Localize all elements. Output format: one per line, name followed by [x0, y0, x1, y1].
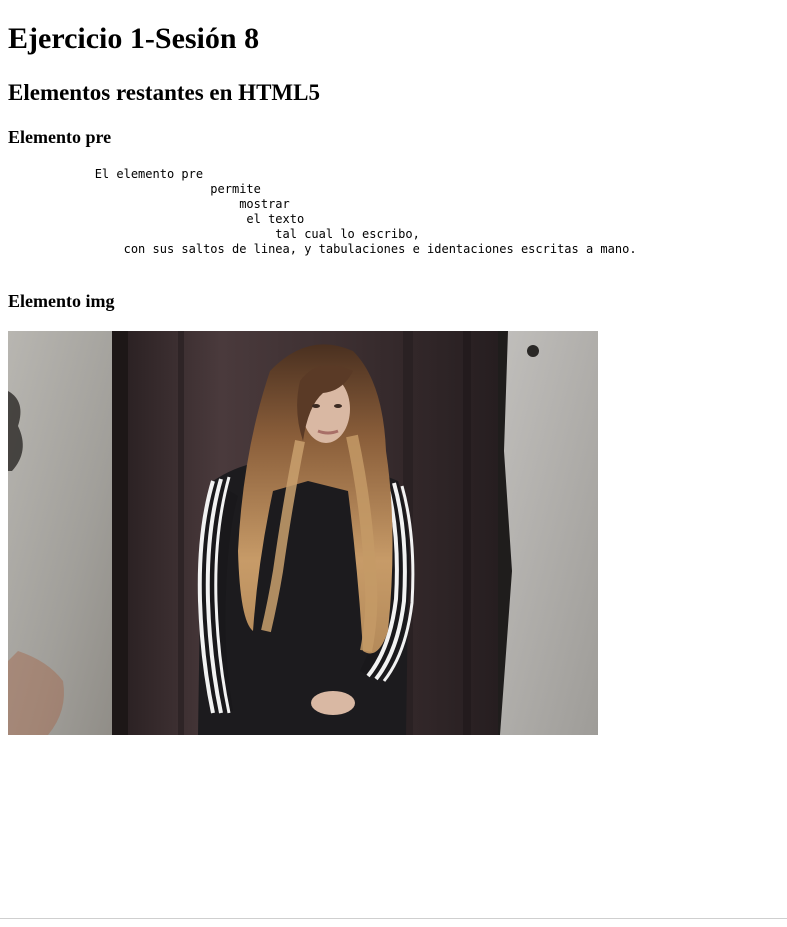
pre-element-heading: Elemento pre [8, 127, 112, 147]
section-title: Elementos restantes en HTML5 [8, 80, 320, 105]
photo-illustration [8, 331, 598, 735]
hand [311, 691, 355, 715]
page-title: Ejercicio 1-Sesión 8 [8, 22, 260, 55]
bottom-divider [0, 918, 787, 919]
preformatted-text: El elemento pre permite mostrar el texto… [94, 167, 637, 256]
photo-image [8, 331, 598, 735]
img-element-heading: Elemento img [8, 291, 115, 311]
